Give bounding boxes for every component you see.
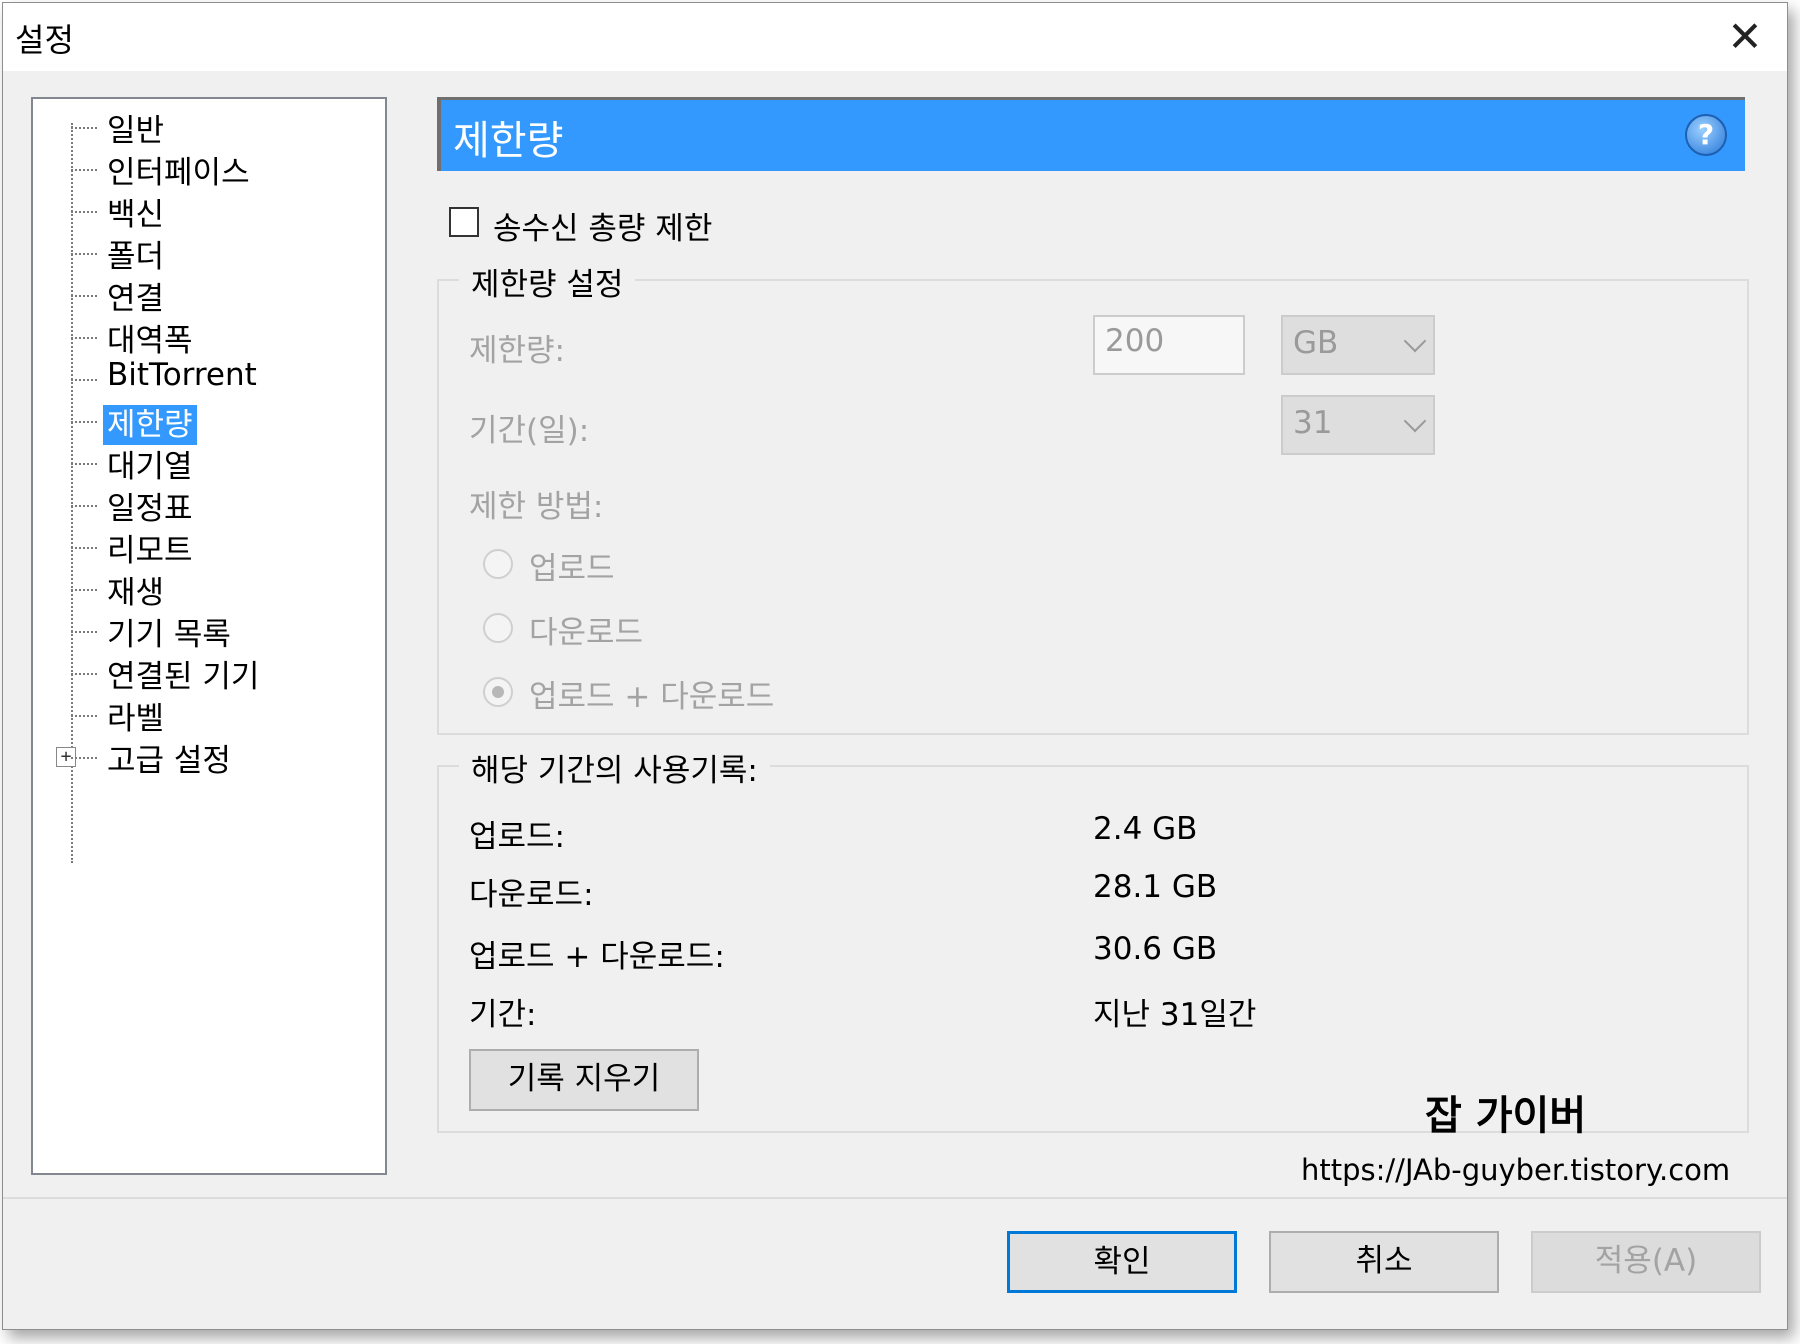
panel-title: 제한량: [453, 118, 564, 164]
panel-header: 제한량 ?: [437, 97, 1745, 171]
tree-item-label: 백신: [107, 197, 165, 233]
stat-total-value: 30.6 GB: [1093, 931, 1218, 967]
tree-item-bandwidth[interactable]: 대역폭: [71, 315, 197, 359]
stat-download-value: 28.1 GB: [1093, 869, 1218, 905]
period-select[interactable]: 31: [1281, 395, 1435, 455]
tree-item-folders[interactable]: 폴더: [71, 231, 168, 275]
limit-amount-label: 제한량:: [469, 333, 566, 369]
stat-total-label: 업로드 + 다운로드:: [469, 939, 725, 975]
settings-dialog: 설정 ✕ 일반 인터페이스 백신 폴더 연결 대역폭 BitTorrent 제한…: [2, 2, 1788, 1330]
window-title: 설정: [15, 21, 74, 59]
tree-item-bittorrent[interactable]: BitTorrent: [71, 357, 261, 401]
tree-item-scheduler[interactable]: 일정표: [71, 483, 197, 527]
tree-item-label: 대기열: [107, 449, 193, 485]
cancel-button[interactable]: 취소: [1269, 1231, 1499, 1293]
tree-item-label: 일정표: [107, 491, 193, 527]
limit-unit-value: GB: [1293, 325, 1339, 361]
limit-unit-select[interactable]: GB: [1281, 315, 1435, 375]
tree-item-label: 고급 설정: [107, 743, 231, 779]
tree-item-device-list[interactable]: 기기 목록: [71, 609, 235, 653]
tree-item-label: 일반: [107, 113, 165, 149]
radio-button[interactable]: [483, 677, 513, 707]
chevron-down-icon: [1403, 409, 1427, 433]
tree-item-general[interactable]: 일반: [71, 105, 168, 149]
tree-item-label: 기기 목록: [107, 617, 231, 653]
apply-button[interactable]: 적용(A): [1531, 1231, 1761, 1293]
group-title: 제한량 설정: [459, 259, 636, 304]
footer-divider: [3, 1197, 1787, 1199]
tree-item-transfer-cap[interactable]: 제한량: [71, 399, 197, 445]
radio-label: 다운로드: [529, 615, 644, 651]
limit-checkbox[interactable]: [449, 207, 479, 237]
settings-tree: 일반 인터페이스 백신 폴더 연결 대역폭 BitTorrent 제한량 대기열…: [31, 97, 387, 1175]
help-icon[interactable]: ?: [1685, 114, 1727, 156]
stat-period-value: 지난 31일간: [1093, 997, 1257, 1033]
tree-item-label: BitTorrent: [107, 357, 257, 393]
watermark-title: 잡 가이버: [1425, 1093, 1587, 1139]
tree-item-connection[interactable]: 연결: [71, 273, 168, 317]
tree-item-label: 인터페이스: [107, 155, 250, 191]
tree-item-interface[interactable]: 인터페이스: [71, 147, 254, 191]
radio-label: 업로드 + 다운로드: [529, 679, 775, 715]
tree-item-paired-devices[interactable]: 연결된 기기: [71, 651, 263, 695]
limit-checkbox-label: 송수신 총량 제한: [493, 211, 713, 247]
tree-item-label: 폴더: [107, 239, 165, 275]
tree-item-advanced[interactable]: + 고급 설정: [56, 735, 235, 779]
clear-history-button[interactable]: 기록 지우기: [469, 1049, 699, 1111]
period-value: 31: [1293, 405, 1333, 441]
tree-item-label: 재생: [107, 575, 165, 611]
close-icon[interactable]: ✕: [1725, 16, 1765, 58]
stat-upload-value: 2.4 GB: [1093, 811, 1198, 847]
tree-item-remote[interactable]: 리모트: [71, 525, 197, 569]
radio-label: 업로드: [529, 551, 615, 587]
tree-item-antivirus[interactable]: 백신: [71, 189, 168, 233]
tree-item-label: 리모트: [107, 533, 193, 569]
group-title: 해당 기간의 사용기록:: [459, 745, 770, 790]
ok-button[interactable]: 확인: [1007, 1231, 1237, 1293]
title-bar: 설정 ✕: [3, 3, 1787, 71]
tree-item-label: 연결: [107, 281, 165, 317]
stat-download-label: 다운로드:: [469, 877, 594, 913]
stat-upload-label: 업로드:: [469, 819, 566, 855]
chevron-down-icon: [1403, 329, 1427, 353]
period-label: 기간(일):: [469, 413, 590, 449]
tree-item-label: 라벨: [107, 701, 165, 737]
radio-button[interactable]: [483, 549, 513, 579]
limit-amount-input[interactable]: 200: [1093, 315, 1245, 375]
tree-item-playback[interactable]: 재생: [71, 567, 168, 611]
stat-period-label: 기간:: [469, 997, 537, 1033]
method-label: 제한 방법:: [469, 489, 604, 525]
watermark-url: https://JAb-guyber.tistory.com: [1301, 1153, 1731, 1187]
tree-item-queueing[interactable]: 대기열: [71, 441, 197, 485]
tree-item-labels[interactable]: 라벨: [71, 693, 168, 737]
tree-item-label: 제한량: [103, 405, 197, 445]
tree-item-label: 연결된 기기: [107, 659, 260, 695]
radio-button[interactable]: [483, 613, 513, 643]
